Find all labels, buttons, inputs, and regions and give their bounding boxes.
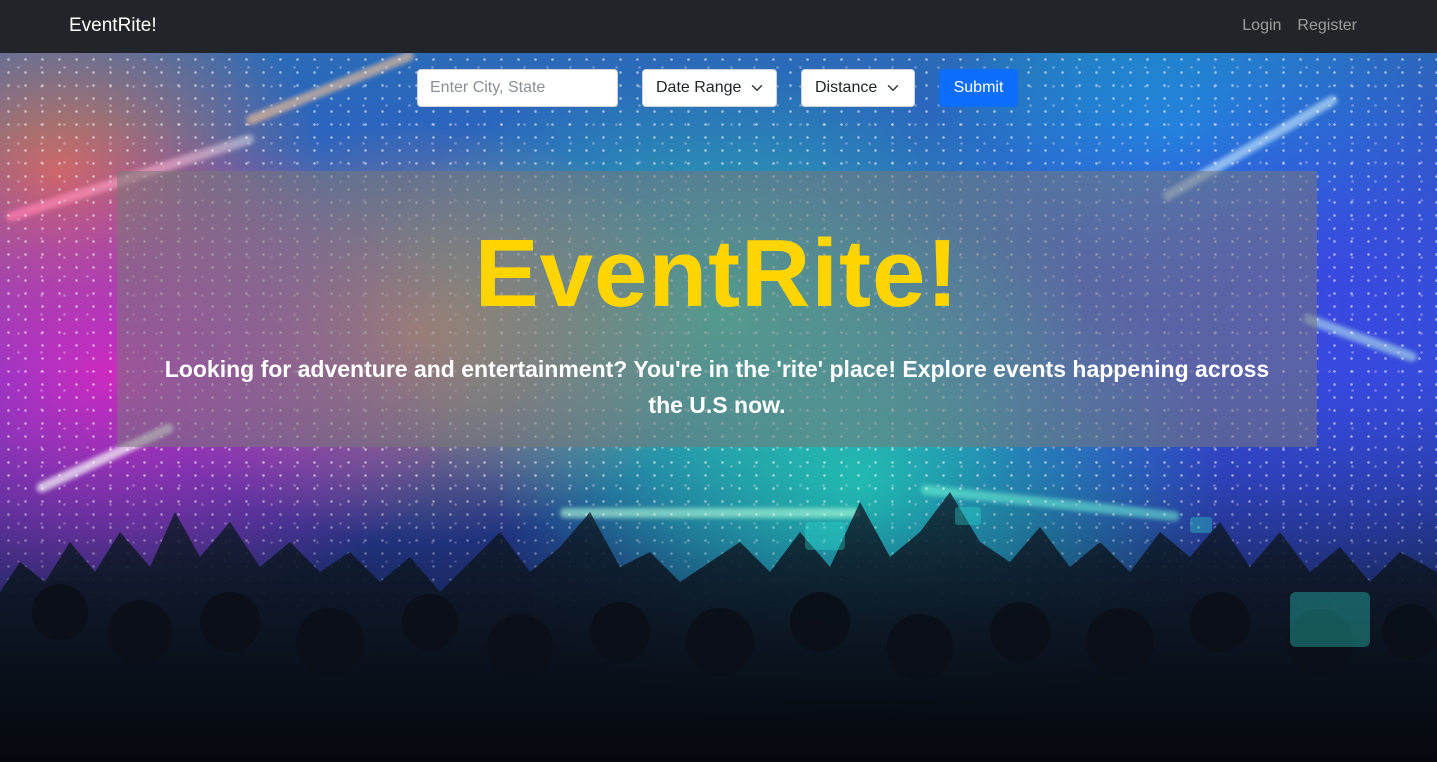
city-state-input[interactable] — [417, 69, 618, 107]
search-bar: Date Range Distance Submit — [417, 69, 1018, 107]
distance-dropdown[interactable]: Distance — [801, 69, 915, 107]
distance-label: Distance — [815, 79, 878, 96]
hero-panel: EventRite! Looking for adventure and ent… — [117, 171, 1317, 447]
login-link[interactable]: Login — [1242, 14, 1281, 38]
brand-link[interactable]: EventRite! — [69, 14, 157, 38]
nav-links: Login Register — [1242, 14, 1357, 38]
submit-button[interactable]: Submit — [939, 69, 1018, 107]
chevron-down-icon — [888, 85, 899, 91]
date-range-label: Date Range — [656, 79, 742, 96]
date-range-dropdown[interactable]: Date Range — [642, 69, 777, 107]
hero-tagline: Looking for adventure and entertainment?… — [164, 356, 1270, 418]
hero-title: EventRite! — [474, 220, 960, 327]
hero-section: Date Range Distance Submit EventRite! Lo… — [0, 53, 1437, 762]
register-link[interactable]: Register — [1297, 14, 1357, 38]
chevron-down-icon — [752, 85, 763, 91]
top-navbar: EventRite! Login Register — [0, 0, 1437, 53]
